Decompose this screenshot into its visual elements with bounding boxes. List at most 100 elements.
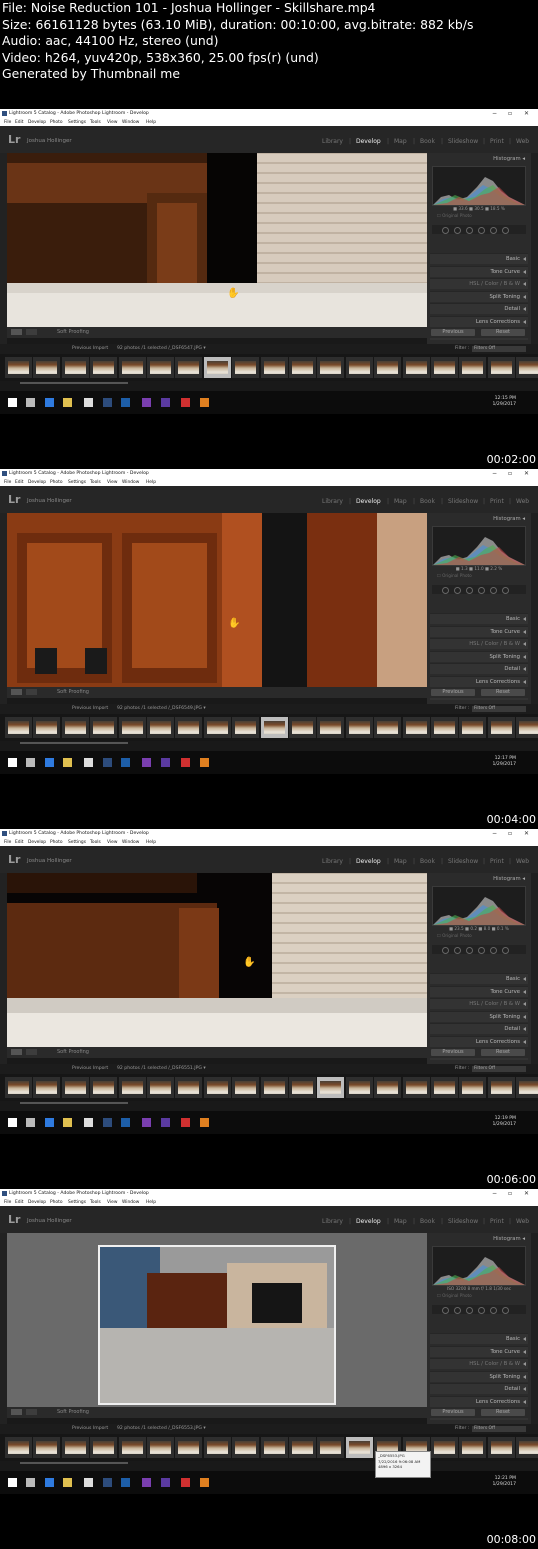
filmstrip-thumbnail[interactable] xyxy=(317,357,345,378)
close-icon[interactable]: ✕ xyxy=(524,110,529,117)
right-panel-scrollbar[interactable] xyxy=(531,1233,538,1424)
filmstrip-thumbnail[interactable] xyxy=(345,717,373,738)
menu-item[interactable]: Develop xyxy=(28,120,46,125)
filmstrip-thumbnail[interactable] xyxy=(147,357,174,378)
filmstrip-thumbnail[interactable] xyxy=(175,357,203,378)
module-tab[interactable]: Print xyxy=(490,138,504,145)
filmstrip-thumbnail[interactable] xyxy=(516,357,538,378)
menu-item[interactable]: Settings xyxy=(68,840,86,845)
menu-item[interactable]: Edit xyxy=(15,480,24,485)
module-tab[interactable]: Develop xyxy=(356,1218,381,1225)
module-tab[interactable]: Develop xyxy=(356,498,381,505)
task-view-icon[interactable] xyxy=(26,758,35,767)
menu-item[interactable]: Window xyxy=(122,840,139,845)
original-photo-checkbox[interactable]: ☐ Original Photo xyxy=(437,213,472,218)
previous-button[interactable]: Previous xyxy=(431,329,475,336)
store-icon[interactable] xyxy=(84,398,93,407)
right-panel-scrollbar[interactable] xyxy=(531,153,538,344)
menu-item[interactable]: View xyxy=(107,840,117,845)
filmstrip-thumbnail[interactable] xyxy=(33,717,61,738)
after-effects-icon[interactable] xyxy=(142,1118,151,1127)
filmstrip-thumbnail[interactable] xyxy=(33,1077,61,1098)
filmstrip-thumbnail[interactable] xyxy=(118,357,146,378)
media-icon[interactable] xyxy=(181,1478,190,1487)
histogram[interactable] xyxy=(432,1246,526,1286)
module-tab[interactable]: Web xyxy=(516,138,529,145)
brush-icon[interactable] xyxy=(502,947,509,954)
lightroom-icon[interactable] xyxy=(103,758,112,767)
before-after-button[interactable] xyxy=(26,329,37,335)
filmstrip-thumbnail[interactable] xyxy=(289,1437,316,1458)
menu-item[interactable]: Photo xyxy=(50,1200,63,1205)
lightroom-icon[interactable] xyxy=(103,398,112,407)
filmstrip-thumbnail[interactable] xyxy=(374,357,402,378)
after-effects-icon[interactable] xyxy=(142,758,151,767)
graduated-filter-icon[interactable] xyxy=(478,1307,485,1314)
media-icon[interactable] xyxy=(181,758,190,767)
filmstrip-thumbnail[interactable] xyxy=(203,357,231,378)
filmstrip-thumbnail[interactable] xyxy=(203,1077,231,1098)
graduated-filter-icon[interactable] xyxy=(478,947,485,954)
app-icon[interactable] xyxy=(200,1118,209,1127)
app-icon[interactable] xyxy=(200,758,209,767)
loupe-view-button[interactable] xyxy=(11,1049,22,1055)
left-panel-collapsed[interactable] xyxy=(0,1233,7,1424)
crop-icon[interactable] xyxy=(442,587,449,594)
menu-item[interactable]: Tools xyxy=(90,120,101,125)
filmstrip-thumbnail[interactable] xyxy=(345,1437,373,1458)
menu-item[interactable]: Edit xyxy=(15,840,24,845)
develop-panel-header[interactable]: Tone Curve xyxy=(430,626,528,637)
left-panel-collapsed[interactable] xyxy=(0,513,7,704)
module-tab[interactable]: Web xyxy=(516,1218,529,1225)
filmstrip-thumbnail[interactable] xyxy=(345,357,373,378)
photo-preview[interactable]: ✋ xyxy=(7,513,427,687)
filmstrip-thumbnail[interactable] xyxy=(289,717,316,738)
original-photo-checkbox[interactable]: ☐ Original Photo xyxy=(437,1293,472,1298)
filmstrip-thumbnail[interactable] xyxy=(175,717,203,738)
filmstrip-thumbnail[interactable] xyxy=(90,717,118,738)
menu-item[interactable]: File xyxy=(4,840,11,845)
filmstrip-thumbnail[interactable] xyxy=(374,717,402,738)
filmstrip-thumbnail[interactable] xyxy=(175,1077,203,1098)
develop-panel-header[interactable]: Lens Corrections xyxy=(430,1396,528,1407)
menu-item[interactable]: Help xyxy=(146,840,156,845)
radial-filter-icon[interactable] xyxy=(490,227,497,234)
filmstrip-thumbnail[interactable] xyxy=(317,1437,345,1458)
brush-icon[interactable] xyxy=(502,587,509,594)
filmstrip-thumbnail[interactable] xyxy=(232,1077,260,1098)
module-tab[interactable]: Slideshow xyxy=(448,858,478,865)
histogram-header[interactable]: Histogram ◂ xyxy=(493,156,525,162)
task-view-icon[interactable] xyxy=(26,1478,35,1487)
develop-panel-header[interactable]: Detail xyxy=(430,663,528,674)
histogram-header[interactable]: Histogram ◂ xyxy=(493,516,525,522)
maximize-icon[interactable]: ▫ xyxy=(508,110,512,117)
develop-panel-header[interactable]: HSL / Color / B & W xyxy=(430,1358,528,1369)
develop-panel-header[interactable]: Split Toning xyxy=(430,291,528,302)
filmstrip-thumbnail[interactable] xyxy=(90,1077,118,1098)
brush-icon[interactable] xyxy=(502,227,509,234)
filmstrip-thumbnail[interactable] xyxy=(118,1077,146,1098)
radial-filter-icon[interactable] xyxy=(490,1307,497,1314)
photoshop-icon[interactable] xyxy=(121,1478,130,1487)
menu-item[interactable]: Develop xyxy=(28,1200,46,1205)
crop-icon[interactable] xyxy=(442,1307,449,1314)
histogram[interactable] xyxy=(432,166,526,206)
maximize-icon[interactable]: ▫ xyxy=(508,470,512,477)
original-photo-checkbox[interactable]: ☐ Original Photo xyxy=(437,573,472,578)
store-icon[interactable] xyxy=(84,758,93,767)
menu-item[interactable]: Window xyxy=(122,1200,139,1205)
menu-item[interactable]: View xyxy=(107,480,117,485)
close-icon[interactable]: ✕ xyxy=(524,1190,529,1197)
menu-item[interactable]: Settings xyxy=(68,480,86,485)
filmstrip-thumbnail[interactable] xyxy=(5,357,32,378)
filmstrip-thumbnail[interactable] xyxy=(61,717,89,738)
filmstrip-thumbnail[interactable] xyxy=(118,1437,146,1458)
loupe-view-button[interactable] xyxy=(11,1409,22,1415)
premiere-icon[interactable] xyxy=(161,758,170,767)
module-tab[interactable]: Map xyxy=(394,138,407,145)
filmstrip-source[interactable]: Previous Import xyxy=(72,346,108,351)
develop-panel-header[interactable]: Detail xyxy=(430,1383,528,1394)
filmstrip-thumbnail[interactable] xyxy=(431,1437,458,1458)
clock[interactable]: 12:15 PM 1/29/2017 xyxy=(492,396,516,408)
close-icon[interactable]: ✕ xyxy=(524,830,529,837)
